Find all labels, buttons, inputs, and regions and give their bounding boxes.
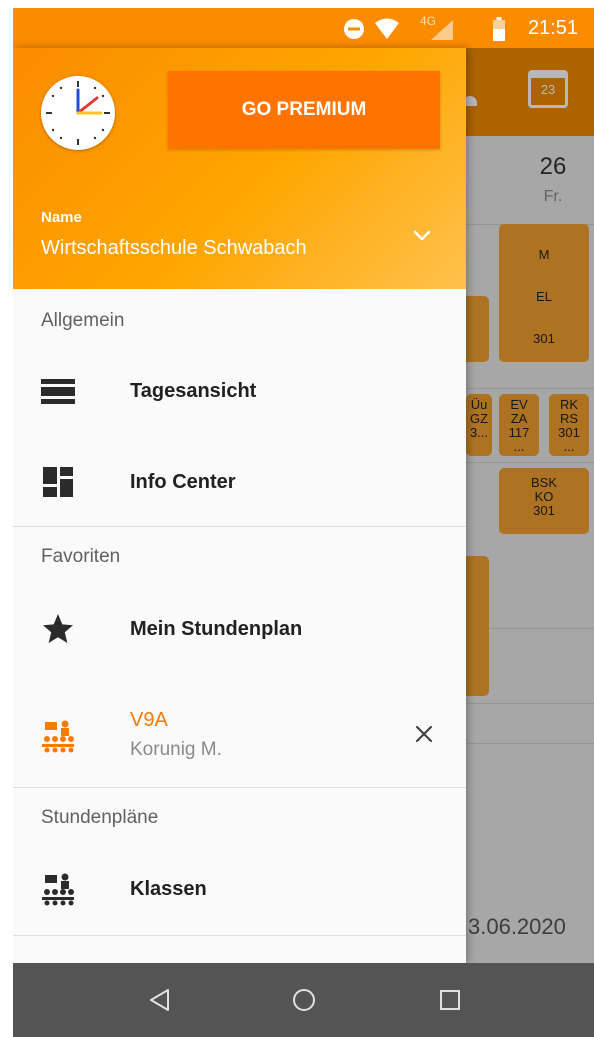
drawer-item-my-timetable[interactable]: Mein Stundenplan xyxy=(13,590,466,670)
wifi-icon xyxy=(375,18,399,39)
profile-name-value[interactable]: Wirtschaftsschule Schwabach xyxy=(41,237,307,260)
recents-icon[interactable] xyxy=(435,985,465,1015)
home-icon[interactable] xyxy=(289,985,319,1015)
section-label-timetables: Stundenpläne xyxy=(41,807,159,828)
drawer-item-label: Info Center xyxy=(130,471,236,493)
status-time: 21:51 xyxy=(527,17,578,39)
cellular-signal-icon xyxy=(431,20,453,40)
day-view-icon xyxy=(41,379,75,404)
app-logo-clock-icon xyxy=(41,76,115,150)
battery-icon xyxy=(493,17,505,41)
drawer-item-label: Klassen xyxy=(130,878,207,900)
do-not-disturb-icon xyxy=(344,19,364,39)
divider xyxy=(13,526,466,527)
divider xyxy=(13,787,466,788)
drawer-item-day-view[interactable]: Tagesansicht xyxy=(13,352,466,432)
drawer-item-info-center[interactable]: Info Center xyxy=(13,443,466,523)
class-group-icon xyxy=(42,720,74,753)
class-group-icon xyxy=(42,873,74,906)
section-label-favorites: Favoriten xyxy=(41,546,121,567)
system-navigation-bar xyxy=(13,963,594,1037)
profile-name-label: Name xyxy=(41,209,82,226)
section-label-general: Allgemein xyxy=(41,310,125,331)
phone-screen: 4G 21:51 23 26 Fr. M EL 301 Üu GZ 3... E… xyxy=(13,8,594,1037)
drawer-item-label: Mein Stundenplan xyxy=(130,618,303,640)
status-bar: 4G 21:51 xyxy=(13,8,594,48)
star-icon xyxy=(43,614,73,643)
close-icon[interactable] xyxy=(413,723,435,745)
back-icon[interactable] xyxy=(145,985,175,1015)
favorite-item-v9a[interactable]: V9A Korunig M. xyxy=(13,691,466,787)
drawer-item-classes[interactable]: Klassen xyxy=(13,850,466,930)
favorite-subtitle: Korunig M. xyxy=(130,739,222,760)
drawer-item-label: Tagesansicht xyxy=(130,380,257,402)
drawer-header: GO PREMIUM Name Wirtschaftsschule Schwab… xyxy=(13,48,466,289)
favorite-title: V9A xyxy=(130,709,168,731)
dashboard-icon xyxy=(43,467,73,497)
go-premium-button[interactable]: GO PREMIUM xyxy=(168,71,440,149)
divider xyxy=(13,935,466,936)
navigation-drawer: GO PREMIUM Name Wirtschaftsschule Schwab… xyxy=(13,48,466,963)
chevron-down-icon[interactable] xyxy=(409,224,435,246)
